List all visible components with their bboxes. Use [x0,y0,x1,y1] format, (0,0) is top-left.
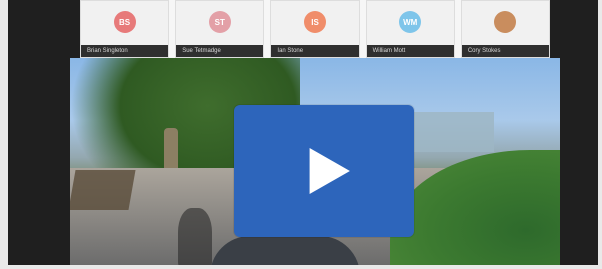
avatar: ST [208,11,231,33]
participant-name: William Mott [366,45,454,57]
participant-name: Cory Stokes [461,45,550,57]
participant-tile[interactable]: Cory Stokes [460,0,551,58]
participant-tile[interactable]: IS Ian Stone [270,0,360,58]
avatar [494,11,517,33]
bench [70,170,136,210]
participant-name: Brian Singleton [81,45,169,57]
person-shadow [178,208,212,265]
participant-tile[interactable]: WM William Mott [365,0,455,58]
participant-tile[interactable]: ST Sue Tetmadge [175,0,265,58]
play-icon [309,147,350,195]
video-call-stage: BS Brian Singleton ST Sue Tetmadge IS Ia… [8,0,598,265]
participant-strip: BS Brian Singleton ST Sue Tetmadge IS Ia… [80,0,551,58]
participant-name: Sue Tetmadge [176,45,264,57]
speaker-silhouette [210,236,360,265]
play-button[interactable] [234,105,414,237]
participant-tile[interactable]: BS Brian Singleton [80,0,170,58]
avatar: IS [304,11,326,33]
participant-name: Ian Stone [271,45,359,57]
avatar: WM [399,11,422,33]
avatar: BS [113,11,136,33]
